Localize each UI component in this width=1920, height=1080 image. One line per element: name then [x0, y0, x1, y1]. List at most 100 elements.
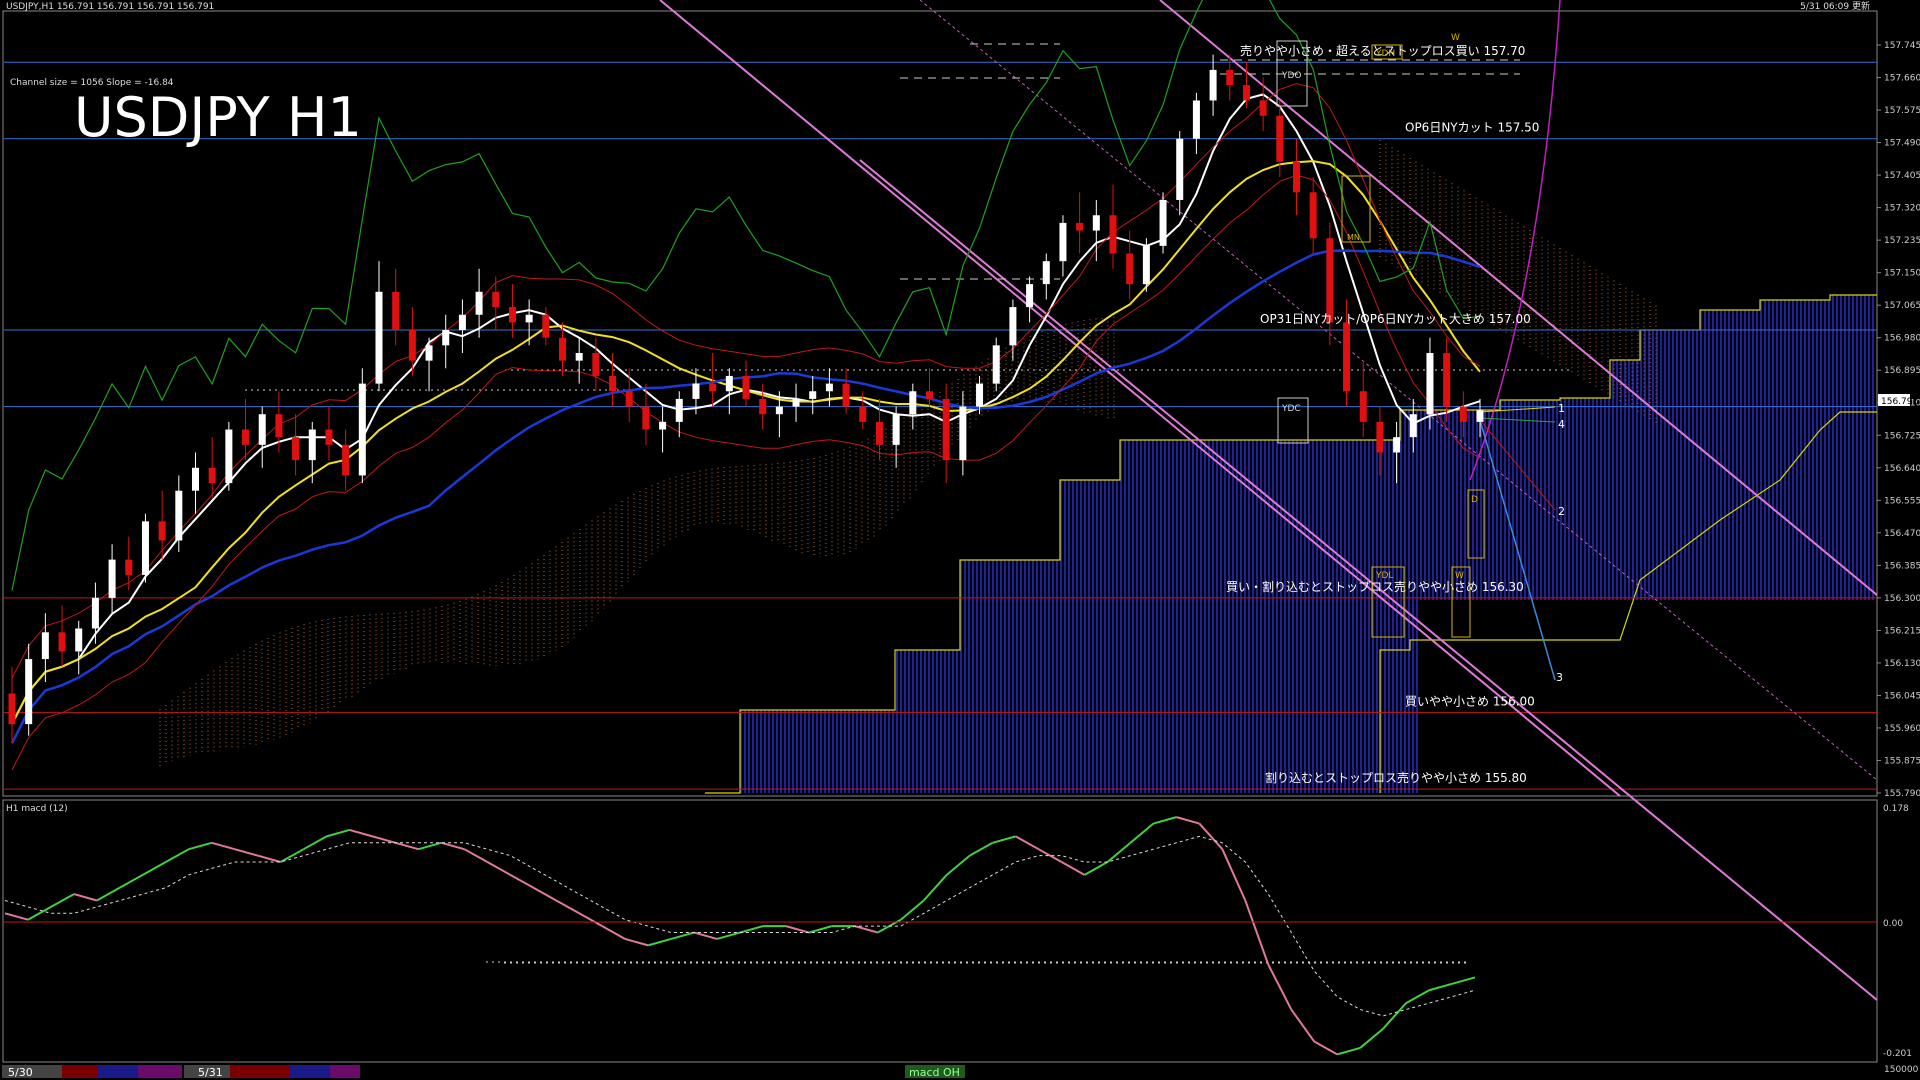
tab-red[interactable]	[62, 1065, 98, 1078]
tab-blue-2[interactable]	[290, 1065, 330, 1078]
candle-body	[842, 383, 850, 407]
candle-body	[1126, 253, 1134, 285]
macd-segment	[27, 906, 52, 921]
macd-segment	[326, 828, 350, 838]
tab-macd-label: macd OH	[909, 1066, 960, 1079]
macd-segment	[1153, 816, 1177, 825]
candle-body	[625, 391, 633, 407]
y-tick-label: 157.660	[1884, 74, 1920, 84]
macd-segment	[73, 893, 98, 902]
candle-body	[659, 421, 667, 430]
ma-white	[11, 93, 1481, 725]
macd-segment	[119, 873, 144, 889]
macd-segment	[486, 861, 511, 876]
candle-body	[1459, 406, 1467, 422]
candle-body	[609, 375, 617, 392]
candle-body	[492, 291, 500, 308]
macd-segment	[969, 841, 994, 857]
y-tick-label: 157.065	[1884, 301, 1920, 311]
candle-body	[141, 521, 149, 575]
macd-segment	[1015, 835, 1040, 851]
y-tick-label: 157.150	[1884, 269, 1920, 279]
candle-body	[909, 391, 917, 415]
candle-body	[225, 429, 233, 484]
y-tick-label: 156.385	[1884, 561, 1920, 571]
candle-body	[208, 467, 216, 484]
target-2: 2	[1558, 505, 1565, 518]
candle-body	[58, 632, 66, 652]
candle-body	[358, 383, 366, 476]
macd-segment	[441, 841, 465, 851]
macd-segment	[808, 925, 833, 934]
macd-segment	[211, 841, 235, 851]
w-marker-top: W	[1451, 33, 1460, 43]
candle-body	[1009, 307, 1017, 346]
candle-body	[525, 314, 533, 323]
price-line-label: 買いやや小さめ 156.00	[1405, 695, 1535, 709]
candle-body	[91, 597, 99, 629]
candle-body	[158, 521, 166, 541]
macd-segment	[1129, 822, 1155, 844]
candle-body	[1176, 138, 1184, 200]
ichimoku-cloud	[159, 140, 1877, 794]
y-tick-label: 156.555	[1884, 496, 1920, 506]
candle-body	[559, 337, 566, 361]
y-tick-label: 155.875	[1884, 756, 1920, 766]
bottom-bar: 5/30 5/31 macd OH 150000	[0, 1063, 1920, 1080]
macd-segment	[4, 912, 29, 921]
macd-segment	[349, 828, 373, 838]
candle-body	[725, 375, 733, 392]
candle-body	[959, 406, 967, 461]
tab-purple-2[interactable]	[330, 1065, 360, 1078]
candle-body	[742, 375, 750, 399]
candle-body	[1326, 238, 1334, 323]
macd-segment	[1405, 989, 1430, 1004]
y-tick-label: 156.895	[1884, 366, 1920, 376]
tab-blue[interactable]	[98, 1065, 138, 1078]
candle-body	[308, 429, 316, 461]
ydl-marker: YDL	[1375, 571, 1393, 581]
candle-body	[1293, 161, 1300, 193]
candle-body	[976, 383, 984, 407]
macd-segment	[670, 931, 695, 940]
price-axis: 157.745 157.660 157.575 157.490 157.405 157.3…	[1877, 41, 1920, 799]
candle-body	[75, 628, 83, 652]
macd-segment	[188, 841, 212, 851]
candle-body	[1343, 322, 1351, 392]
tab-date-mid[interactable]: 5/31	[184, 1065, 230, 1079]
y-tick-label: 157.405	[1884, 171, 1920, 181]
y-tick-label: 155.960	[1884, 724, 1920, 734]
candle-body	[709, 383, 717, 392]
macd-segment	[509, 873, 534, 889]
ydc-marker: YDC	[1281, 404, 1301, 414]
tab-red-2[interactable]	[230, 1065, 290, 1078]
candle-body	[1393, 437, 1401, 453]
macd-segment	[624, 937, 649, 947]
candle-body	[992, 345, 1000, 384]
macd-segment	[716, 931, 741, 940]
price-line-label: OP6日NYカット 157.50	[1405, 121, 1539, 135]
candle-body	[1242, 85, 1250, 101]
tab-date-left[interactable]: 5/30	[2, 1065, 62, 1079]
chart-title: USDJPY H1	[74, 86, 362, 149]
macd-segment	[578, 912, 603, 927]
candle-body	[1192, 100, 1200, 139]
tab-macd[interactable]: macd OH	[905, 1065, 965, 1079]
candle-body	[325, 429, 333, 445]
candle-body	[1426, 353, 1434, 415]
candle-body	[642, 406, 650, 430]
candle-body	[458, 314, 466, 331]
candle-body	[8, 693, 16, 725]
y-tick-label: 156.215	[1884, 626, 1920, 636]
macd-segment	[1451, 976, 1476, 985]
d-marker: D	[1471, 495, 1478, 505]
tab-purple[interactable]	[138, 1065, 182, 1078]
y-tick-label: 156.130	[1884, 659, 1920, 669]
macd-segment	[142, 861, 167, 876]
candle-body	[859, 406, 867, 422]
y-tick-label: 155.790	[1884, 789, 1920, 799]
candle-body	[375, 291, 383, 384]
y-tick-label: 157.320	[1884, 204, 1920, 214]
macd-scale-zero: 0.00	[1883, 919, 1903, 929]
candle-body	[1309, 192, 1317, 239]
